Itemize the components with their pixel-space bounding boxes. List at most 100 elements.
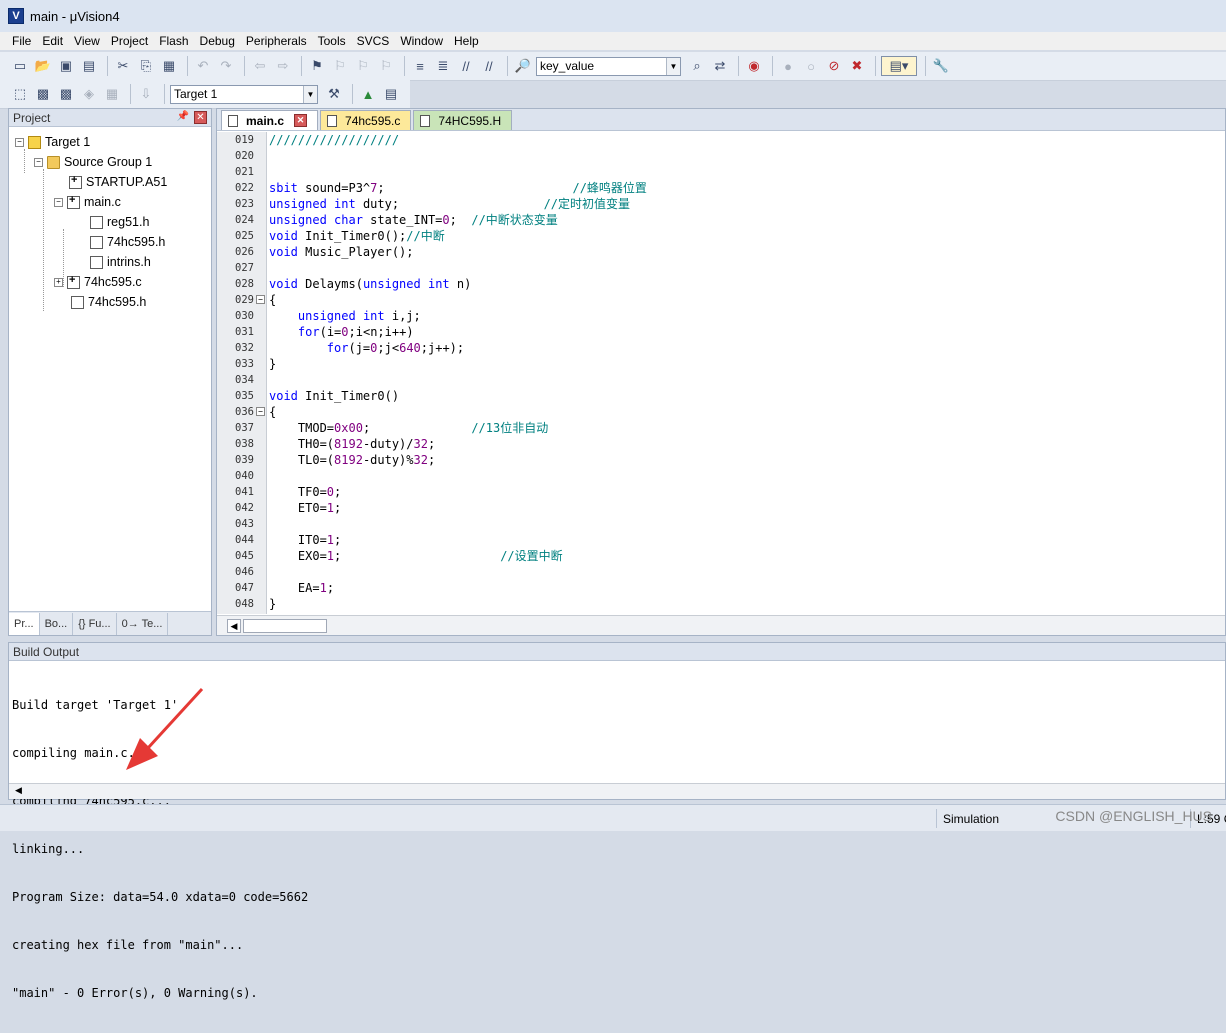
code-line[interactable]: 032 for(j=0;j<640;j++); [217,340,1225,356]
close-icon[interactable]: ✕ [194,111,207,124]
code-line[interactable]: 031 for(i=0;i<n;i++) [217,324,1225,340]
menu-file[interactable]: File [12,34,31,48]
code-line[interactable]: 027 [217,260,1225,276]
new-file-icon[interactable]: ▭ [10,56,30,76]
replace-icon[interactable]: ⇄ [710,56,730,76]
code-line[interactable]: 034 [217,372,1225,388]
uncomment-icon[interactable]: // [479,56,499,76]
menu-peripherals[interactable]: Peripherals [246,34,307,48]
tab-74hc595-c[interactable]: 74hc595.c [320,110,412,130]
code-line[interactable]: 019 ////////////////// [217,132,1225,148]
fold-icon[interactable]: − [256,295,265,304]
code-line[interactable]: 039 TL0=(8192-duty)%32; [217,452,1225,468]
copy-icon[interactable]: ⎘ [136,56,156,76]
build-output-scrollbar[interactable]: ◀ [9,783,1225,799]
fold-icon[interactable]: − [256,407,265,416]
debug-session-icon[interactable]: ◉ [744,56,764,76]
bookmark-prev-icon[interactable]: ⚐ [330,56,350,76]
nav-back-icon[interactable]: ⇦ [250,56,270,76]
download-icon[interactable]: ⇩ [136,84,156,104]
code-area[interactable]: 019 ////////////////// 020 021 022 sbit sound… [217,132,1225,614]
code-line[interactable]: 046 [217,564,1225,580]
code-line[interactable]: 042 ET0=1; [217,500,1225,516]
code-line[interactable]: 029−{ [217,292,1225,308]
breakpoint-insert-icon[interactable]: ● [778,56,798,76]
open-file-icon[interactable]: 📂 [33,56,53,76]
tree-node-74hc595-c[interactable]: + 74hc595.c [54,273,142,291]
bookmark-clear-icon[interactable]: ⚐ [376,56,396,76]
tree-node-reg51[interactable]: reg51.h [90,213,149,231]
menu-svcs[interactable]: SVCS [357,34,390,48]
code-line[interactable]: 043 [217,516,1225,532]
tree-node-main-c[interactable]: − main.c [54,193,121,211]
find-icon[interactable]: ⌕ [687,56,707,76]
tab-functions[interactable]: {} Fu... [73,612,117,635]
scroll-thumb[interactable] [243,619,327,633]
code-line[interactable]: 025 void Init_Timer0();//中断 [217,228,1225,244]
tab-main-c[interactable]: main.c ✕ [221,110,319,130]
tab-project[interactable]: Pr... [9,612,40,635]
code-line[interactable]: 021 [217,164,1225,180]
menu-edit[interactable]: Edit [42,34,63,48]
code-line[interactable]: 024 unsigned char state_INT=0; //中断状态变量 [217,212,1225,228]
target-options-icon[interactable]: ⚒ [324,84,344,104]
menu-project[interactable]: Project [111,34,148,48]
manage-components-icon[interactable]: ▲ [358,84,378,104]
tree-node-intrins[interactable]: intrins.h [90,253,151,271]
code-line[interactable]: 023 unsigned int duty; //定时初值变量 [217,196,1225,212]
find-in-files-icon[interactable]: 🔎 [513,56,533,76]
manage-books-icon[interactable]: ▤ [381,84,401,104]
tree-node-74hc595-h[interactable]: 74hc595.h [71,293,146,311]
bookmark-next-icon[interactable]: ⚐ [353,56,373,76]
code-line[interactable]: 045 EX0=1; //设置中断 [217,548,1225,564]
menu-flash[interactable]: Flash [159,34,188,48]
comment-icon[interactable]: // [456,56,476,76]
code-line[interactable]: 038 TH0=(8192-duty)/32; [217,436,1225,452]
code-line[interactable]: 033} [217,356,1225,372]
pin-icon[interactable]: 📌 [177,111,189,122]
menu-view[interactable]: View [74,34,100,48]
tab-templates[interactable]: 0→ Te... [117,612,169,635]
close-tab-icon[interactable]: ✕ [294,114,308,127]
collapse-icon[interactable]: − [34,157,43,167]
menu-window[interactable]: Window [400,34,443,48]
tab-books[interactable]: Bo... [40,612,74,635]
paste-icon[interactable]: ▦ [159,56,179,76]
save-all-icon[interactable]: ▤ [79,56,99,76]
breakpoint-kill-all-icon[interactable]: ✖ [847,56,867,76]
menu-tools[interactable]: Tools [318,34,346,48]
breakpoint-disable-all-icon[interactable]: ⊘ [824,56,844,76]
chevron-down-icon[interactable]: ▼ [666,57,680,75]
undo-icon[interactable]: ↶ [193,56,213,76]
bookmark-icon[interactable]: ⚑ [307,56,327,76]
rebuild-icon[interactable]: ▩ [56,84,76,104]
tree-node-startup[interactable]: STARTUP.A51 [69,173,167,191]
menu-help[interactable]: Help [454,34,479,48]
code-line[interactable]: 022 sbit sound=P3^7; //蜂鸣器位置 [217,180,1225,196]
menu-debug[interactable]: Debug [200,34,235,48]
code-line[interactable]: 030 unsigned int i,j; [217,308,1225,324]
code-line[interactable]: 047 EA=1; [217,580,1225,596]
code-line[interactable]: 048} [217,596,1225,612]
stop-build-icon[interactable]: ▦ [102,84,122,104]
expand-icon[interactable]: + [54,277,63,287]
translate-icon[interactable]: ⬚ [10,84,30,104]
scroll-left-icon[interactable]: ◀ [15,785,22,796]
nav-forward-icon[interactable]: ⇨ [273,56,293,76]
code-line[interactable]: 020 [217,148,1225,164]
tab-74hc595-h[interactable]: 74HC595.H [413,110,513,130]
chevron-down-icon[interactable]: ▼ [303,85,317,103]
tree-node-source-group[interactable]: − Source Group 1 [34,153,152,171]
code-line[interactable]: 036−{ [217,404,1225,420]
code-line[interactable]: 026 void Music_Player(); [217,244,1225,260]
unindent-icon[interactable]: ≣ [433,56,453,76]
batch-build-icon[interactable]: ◈ [79,84,99,104]
window-layout-icon[interactable]: ▤▾ [881,56,917,76]
code-line[interactable]: 035 void Init_Timer0() [217,388,1225,404]
code-line[interactable]: 040 [217,468,1225,484]
breakpoint-disable-icon[interactable]: ○ [801,56,821,76]
configure-icon[interactable]: 🔧 [931,56,951,76]
scroll-left-icon[interactable]: ◀ [227,619,241,633]
target-combo[interactable]: Target 1 ▼ [170,84,318,104]
collapse-icon[interactable]: − [15,137,24,147]
